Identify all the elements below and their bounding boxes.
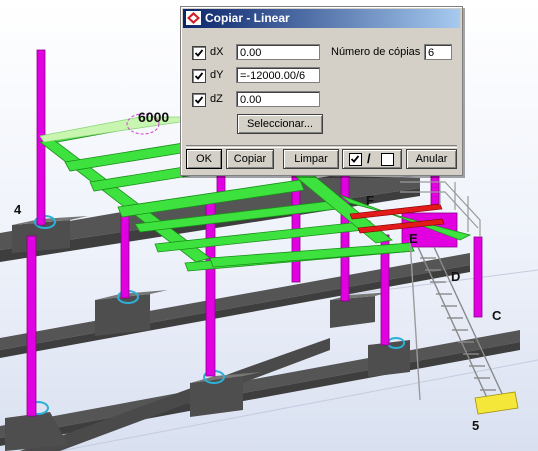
dimension-label: 6000 — [138, 109, 169, 125]
unchecked-box-icon — [381, 153, 394, 166]
dz-label: dZ — [210, 93, 223, 105]
dialog-titlebar[interactable]: Copiar - Linear — [183, 9, 460, 28]
copy-linear-dialog: Copiar - Linear dX 0.00 dY =-12000.00/6 … — [180, 6, 463, 176]
app-logo-icon — [186, 11, 201, 25]
clear-button[interactable]: Limpar — [283, 149, 339, 169]
checked-box-icon — [349, 153, 362, 166]
dx-checkbox[interactable] — [192, 46, 206, 60]
cancel-button[interactable]: Anular — [406, 149, 457, 169]
dy-label: dY — [210, 69, 224, 81]
ok-button[interactable]: OK — [186, 149, 222, 169]
dz-checkbox[interactable] — [192, 93, 206, 107]
grid-label-C: C — [492, 308, 502, 323]
dy-input[interactable]: =-12000.00/6 — [236, 67, 320, 83]
num-copies-label: Número de cópias — [331, 46, 421, 58]
num-copies-input[interactable]: 6 — [424, 44, 452, 60]
grid-label-D: D — [451, 269, 460, 284]
toggle-separator: / — [367, 151, 371, 166]
copy-button[interactable]: Copiar — [226, 149, 274, 169]
grid-label-F: F — [366, 193, 374, 208]
toggle-checkboxes-button[interactable]: / — [342, 149, 402, 169]
dialog-separator — [186, 145, 457, 148]
dy-checkbox[interactable] — [192, 69, 206, 83]
dx-label: dX — [210, 46, 224, 58]
dx-input[interactable]: 0.00 — [236, 44, 320, 60]
dialog-title: Copiar - Linear — [205, 11, 290, 25]
grid-label-E: E — [409, 231, 418, 246]
grid-label-5: 5 — [472, 418, 479, 433]
dz-input[interactable]: 0.00 — [236, 91, 320, 107]
select-button[interactable]: Seleccionar... — [237, 114, 323, 134]
grid-label-4: 4 — [14, 202, 22, 217]
